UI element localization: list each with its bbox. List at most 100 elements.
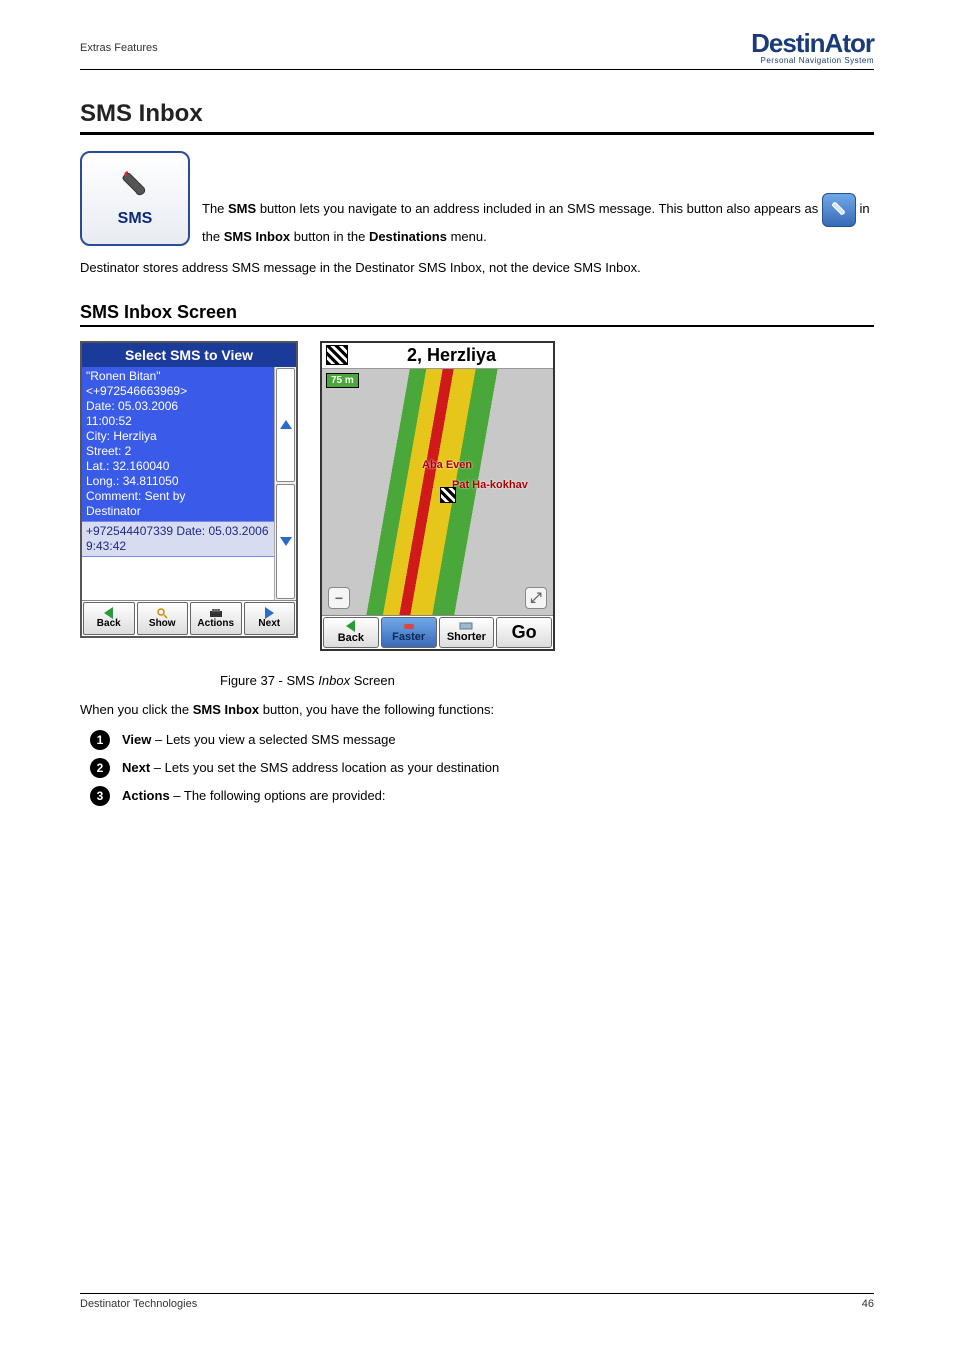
para1-f: button in the	[294, 229, 369, 244]
back-label: Back	[97, 618, 121, 629]
bi-a: When you click the	[80, 702, 193, 717]
bullet-1-text: View – Lets you view a selected SMS mess…	[122, 730, 396, 750]
figure-caption: Figure 37 - SMS Inbox Screen	[220, 671, 874, 691]
sms-item-selected[interactable]: "Ronen Bitan" <+972546663969> Date: 05.0…	[82, 367, 274, 522]
sms-scrollbar	[274, 367, 296, 600]
show-button[interactable]: Show	[137, 602, 189, 635]
para1-h: menu.	[451, 229, 487, 244]
sms-row: SMS The SMS button lets you navigate to …	[80, 151, 874, 246]
msg1-app: Destinator	[86, 504, 270, 519]
map-screenshot: 2, Herzliya 75 m Aba Even Pat Ha-kokhav …	[320, 341, 555, 651]
sms-button[interactable]: SMS	[80, 151, 190, 246]
bullet-list: 1 View – Lets you view a selected SMS me…	[90, 730, 874, 806]
para1-g: Destinations	[369, 229, 447, 244]
bullet-2-text: Next – Lets you set the SMS address loca…	[122, 758, 499, 778]
bullet-2: 2 Next – Lets you set the SMS address lo…	[90, 758, 874, 778]
bullet-intro: When you click the SMS Inbox button, you…	[80, 700, 860, 720]
para1-b: SMS	[228, 201, 256, 216]
para1-c: button lets you navigate to an address i…	[260, 201, 822, 216]
faster-label: Faster	[392, 631, 425, 643]
chevron-up-icon	[280, 420, 292, 429]
footer-left: Destinator Technologies	[80, 1298, 197, 1310]
next-label: Next	[258, 618, 280, 629]
zoom-out-button[interactable]: −	[328, 587, 350, 609]
phone-icon	[118, 170, 152, 204]
sms-small-icon	[822, 193, 856, 227]
map-back-label: Back	[338, 632, 364, 644]
sms-bottom-bar: Back Show Actions Next	[82, 600, 296, 636]
zoom-in-button[interactable]: ⤢	[525, 587, 547, 609]
intro-paragraph: The SMS button lets you navigate to an a…	[202, 193, 874, 247]
map-bottom-bar: Back Faster Shorter Go	[322, 615, 553, 649]
b3-lead: Actions	[122, 788, 170, 803]
sms-inbox-screenshot: Select SMS to View "Ronen Bitan" <+97254…	[80, 341, 298, 638]
faster-button[interactable]: Faster	[381, 617, 437, 648]
bullet-1: 1 View – Lets you view a selected SMS me…	[90, 730, 874, 750]
msg1-long: Long.: 34.811050	[86, 474, 270, 489]
para1-a: The	[202, 201, 228, 216]
car-icon	[402, 621, 416, 631]
logo: DestinAtor Personal Navigation System	[751, 30, 874, 65]
sms-button-label: SMS	[118, 210, 153, 228]
logo-sub: Personal Navigation System	[751, 56, 874, 65]
actions-label: Actions	[197, 618, 234, 629]
sms-list[interactable]: "Ronen Bitan" <+972546663969> Date: 05.0…	[82, 367, 274, 600]
msg1-street: Street: 2	[86, 444, 270, 459]
map-titlebar: 2, Herzliya	[322, 343, 553, 369]
sms-list-area: "Ronen Bitan" <+972546663969> Date: 05.0…	[82, 367, 296, 600]
scroll-down-button[interactable]	[276, 484, 295, 599]
msg1-lat: Lat.: 32.160040	[86, 459, 270, 474]
figcap-a: Figure 37 - SMS	[220, 673, 318, 688]
map-back-button[interactable]: Back	[323, 617, 379, 648]
b1-lead: View	[122, 732, 151, 747]
destination-flag-icon	[440, 487, 456, 503]
b2-txt: – Lets you set the SMS address location …	[150, 760, 499, 775]
b1-txt: – Lets you view a selected SMS message	[151, 732, 395, 747]
page-footer: Destinator Technologies 46	[80, 1293, 874, 1310]
screenshots-row: Select SMS to View "Ronen Bitan" <+97254…	[80, 341, 874, 651]
checkered-flag-icon	[326, 345, 348, 365]
map-scale: 75 m	[326, 373, 359, 388]
map-title-text: 2, Herzliya	[354, 345, 549, 366]
para2: Destinator stores address SMS message in…	[80, 258, 860, 278]
msg1-city: City: Herzliya	[86, 429, 270, 444]
msg1-time: 11:00:52	[86, 414, 270, 429]
bullet-2-num: 2	[90, 758, 110, 778]
subhead-underline	[80, 325, 874, 327]
shorter-label: Shorter	[447, 631, 486, 643]
section-title: SMS Inbox	[80, 100, 874, 128]
chevron-down-icon	[280, 537, 292, 546]
shorter-button[interactable]: Shorter	[439, 617, 495, 648]
map-canvas[interactable]: 75 m Aba Even Pat Ha-kokhav − ⤢	[322, 369, 553, 615]
bi-c: button, you have the following functions…	[263, 702, 494, 717]
bullet-3-num: 3	[90, 786, 110, 806]
figcap-c: Screen	[350, 673, 395, 688]
footer-page-number: 46	[862, 1298, 874, 1310]
sms-item-2[interactable]: +972544407339 Date: 05.03.2006 9:43:42	[82, 522, 274, 557]
scroll-up-button[interactable]	[276, 368, 295, 483]
para1-text: The SMS button lets you navigate to an a…	[202, 201, 870, 244]
drawer-icon	[209, 608, 223, 618]
bullet-1-num: 1	[90, 730, 110, 750]
b2-lead: Next	[122, 760, 150, 775]
bullet-3-text: Actions – The following options are prov…	[122, 786, 386, 806]
b3-txt: – The following options are provided:	[170, 788, 386, 803]
arrow-left-icon	[104, 608, 113, 618]
msg1-date: Date: 05.03.2006	[86, 399, 270, 414]
back-button[interactable]: Back	[83, 602, 135, 635]
logo-main: DestinAtor	[751, 30, 874, 56]
go-button[interactable]: Go	[496, 617, 552, 648]
go-label: Go	[512, 622, 537, 643]
arrow-left-icon	[346, 620, 355, 632]
actions-button[interactable]: Actions	[190, 602, 242, 635]
magnifier-icon	[156, 608, 168, 618]
msg1-comment: Comment: Sent by	[86, 489, 270, 504]
show-label: Show	[149, 618, 176, 629]
para1-e: SMS Inbox	[224, 229, 290, 244]
section-underline	[80, 132, 874, 135]
figcap-b: Inbox	[318, 673, 350, 688]
arrow-right-icon	[265, 608, 274, 618]
next-button[interactable]: Next	[244, 602, 296, 635]
msg1-num: <+972546663969>	[86, 384, 270, 399]
bullet-3: 3 Actions – The following options are pr…	[90, 786, 874, 806]
